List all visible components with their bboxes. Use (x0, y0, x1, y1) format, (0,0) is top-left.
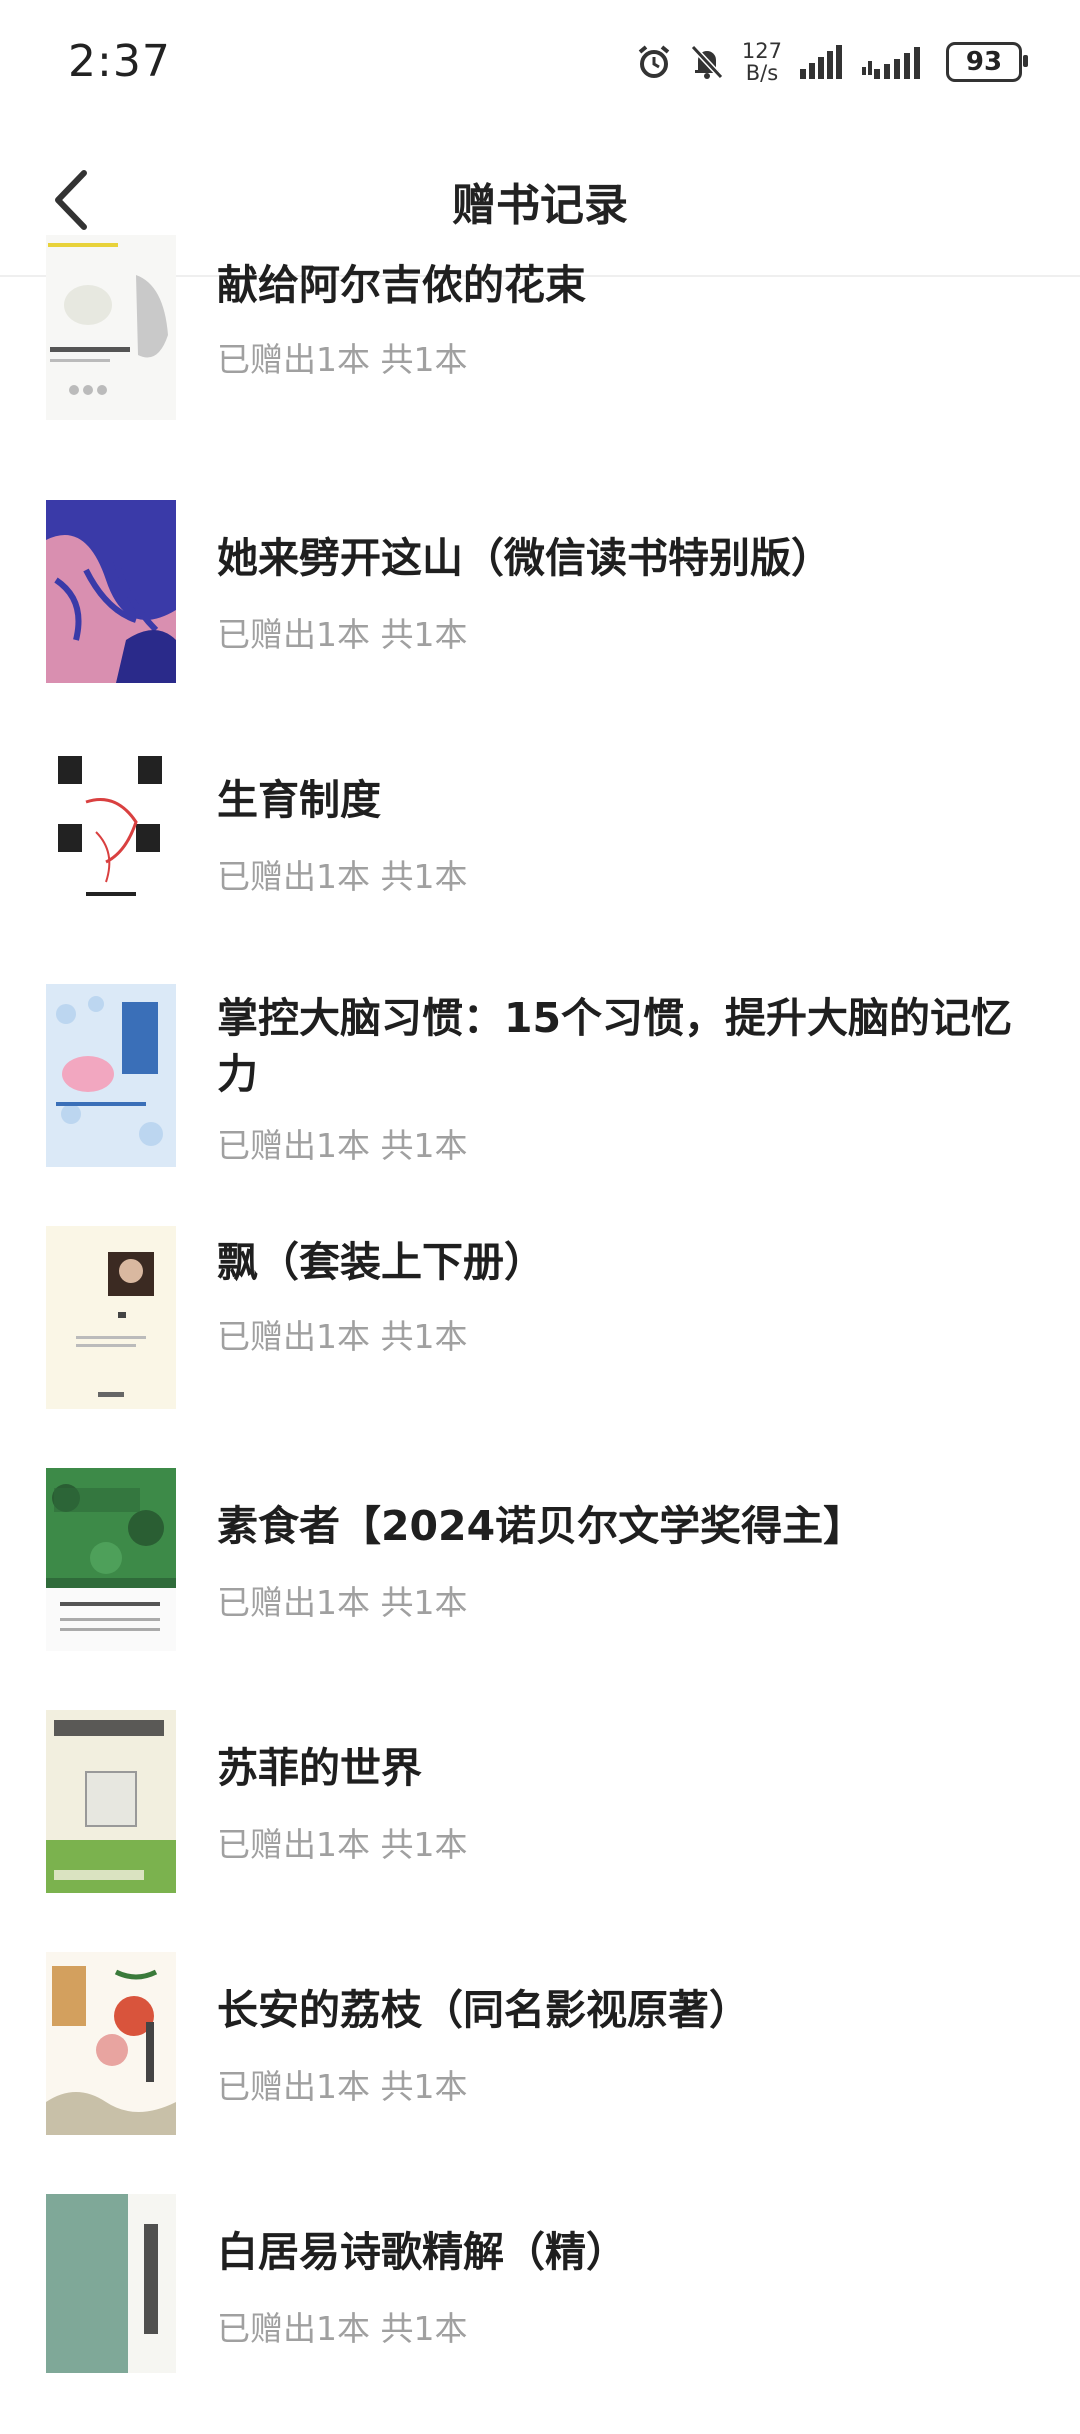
book-gift-status: 已赠出1本 共1本 (217, 1583, 468, 1622)
signal-icon (800, 45, 842, 79)
book-gift-status: 已赠出1本 共1本 (217, 340, 468, 379)
book-title: 长安的荔枝（同名影视原著） (217, 1986, 750, 2034)
list-item[interactable]: 生育制度 已赠出1本 共1本 (0, 742, 1080, 982)
status-icons: 127 B/s 93 (636, 36, 1028, 88)
book-title: 白居易诗歌精解（精） (217, 2228, 627, 2276)
alarm-icon (638, 45, 670, 78)
page-title: 赠书记录 (452, 180, 628, 231)
list-item[interactable]: 白居易诗歌精解（精） 已赠出1本 共1本 (0, 2194, 1080, 2434)
list-item[interactable]: 飘（套装上下册） 已赠出1本 共1本 (0, 1226, 1080, 1466)
book-gift-status: 已赠出1本 共1本 (217, 1317, 468, 1356)
list-item[interactable]: 献给阿尔吉侬的花束 已赠出1本 共1本 (0, 235, 1080, 481)
book-gift-status: 已赠出1本 共1本 (217, 1126, 468, 1165)
book-gift-status: 已赠出1本 共1本 (217, 1825, 468, 1864)
book-title: 飘（套装上下册） (217, 1238, 545, 1286)
network-speed-unit: B/s (745, 61, 779, 85)
mountain-cover (46, 500, 176, 683)
book-title: 她来劈开这山（微信读书特别版） (217, 534, 832, 582)
book-title: 献给阿尔吉侬的花束 (217, 261, 586, 309)
status-time: 2:37 (68, 36, 171, 87)
book-gift-status: 已赠出1本 共1本 (217, 615, 468, 654)
battery-indicator: 93 (946, 42, 1028, 82)
book-title: 生育制度 (217, 776, 381, 824)
sophies-world-cover (46, 1710, 176, 1893)
list-item[interactable]: 素食者【2024诺贝尔文学奖得主】 已赠出1本 共1本 (0, 1468, 1080, 1708)
book-title: 苏菲的世界 (217, 1744, 422, 1792)
fertility-system-cover (46, 742, 176, 925)
vegetarian-cover (46, 1468, 176, 1651)
book-title: 掌控大脑习惯：15个习惯，提升大脑的记忆力 (217, 994, 1013, 1098)
book-title: 素食者【2024诺贝尔文学奖得主】 (217, 1502, 865, 1550)
gone-with-wind-cover (46, 1226, 176, 1409)
network-speed-value: 127 (741, 39, 782, 63)
mute-bell-icon (690, 44, 724, 80)
network-speed: 127 B/s (742, 40, 782, 84)
bai-juyi-cover (46, 2194, 176, 2373)
status-bar: 2:37 127 B/s 93 (0, 0, 1080, 125)
book-gift-status: 已赠出1本 共1本 (217, 2067, 468, 2106)
signal-2-icon (862, 47, 920, 79)
list-item[interactable]: 苏菲的世界 已赠出1本 共1本 (0, 1710, 1080, 1950)
list-item[interactable]: 长安的荔枝（同名影视原著） 已赠出1本 共1本 (0, 1952, 1080, 2192)
book-gift-status: 已赠出1本 共1本 (217, 2309, 468, 2348)
algernon-cover (46, 235, 176, 420)
book-gift-status: 已赠出1本 共1本 (217, 857, 468, 896)
list-item[interactable]: 她来劈开这山（微信读书特别版） 已赠出1本 共1本 (0, 500, 1080, 740)
list-item[interactable]: 掌控大脑习惯：15个习惯，提升大脑的记忆力 已赠出1本 共1本 (0, 984, 1080, 1224)
lychee-cover (46, 1952, 176, 2135)
brain-habits-cover (46, 984, 176, 1167)
